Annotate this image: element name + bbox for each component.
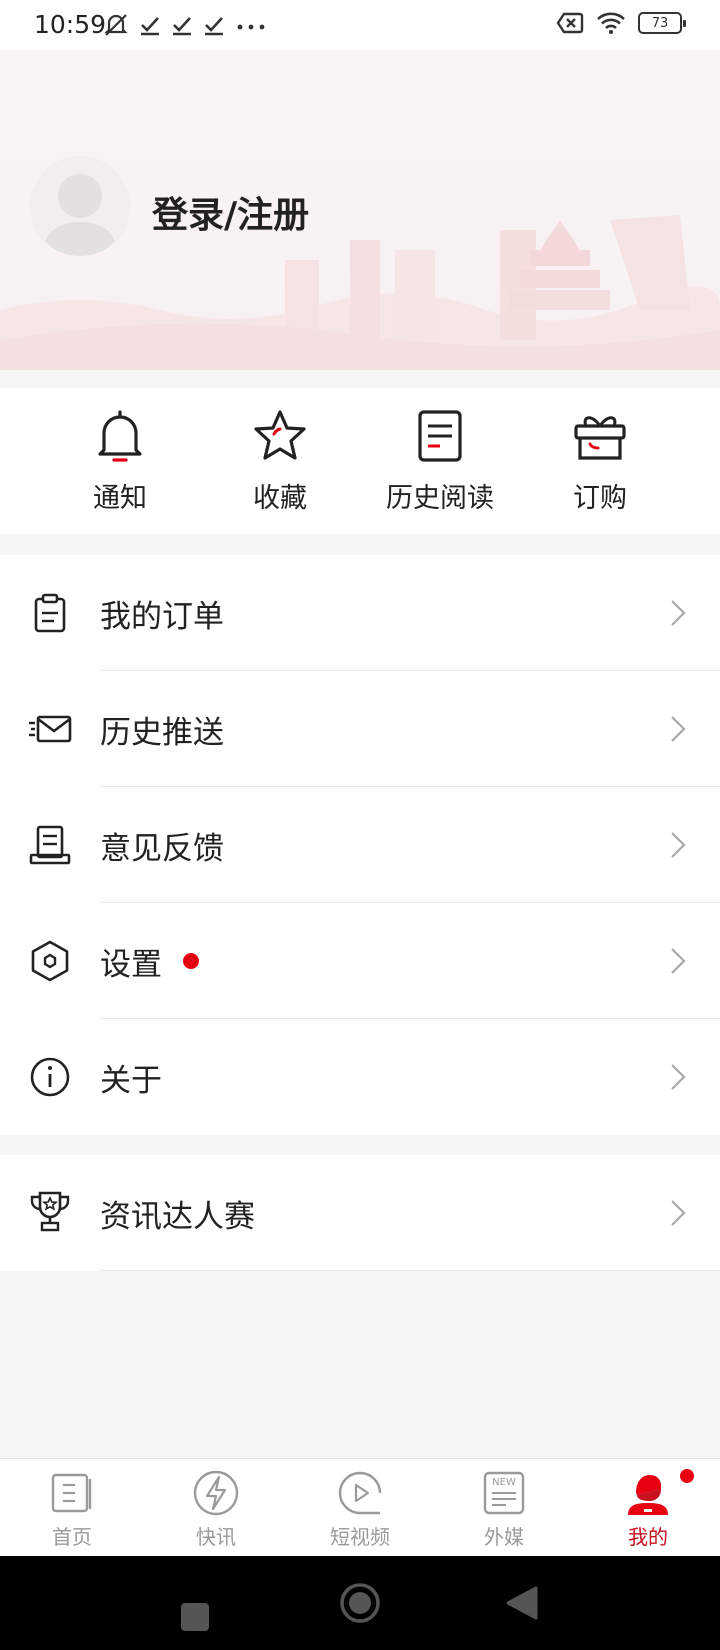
quick-action-label: 历史阅读 bbox=[386, 483, 494, 514]
bell-icon bbox=[98, 410, 142, 462]
login-register-link[interactable]: 登录/注册 bbox=[152, 186, 309, 238]
tab-short-video[interactable]: 短视频 bbox=[288, 1459, 432, 1556]
download-done-icon bbox=[173, 17, 191, 36]
quick-action-label: 通知 bbox=[93, 483, 147, 514]
chevron-right-icon bbox=[671, 948, 686, 974]
tab-label: 短视频 bbox=[330, 1525, 390, 1549]
quick-action-favorites[interactable]: 收藏 bbox=[200, 388, 360, 534]
chevron-right-icon bbox=[671, 1200, 686, 1226]
chevron-right-icon bbox=[671, 716, 686, 742]
new-paper-icon: NEW bbox=[483, 1471, 525, 1515]
no-sim-icon bbox=[556, 12, 584, 34]
menu-item-my-orders[interactable]: 我的订单 bbox=[0, 555, 720, 671]
menu-item-news-contest[interactable]: 资讯达人赛 bbox=[0, 1155, 720, 1271]
menu-item-label: 关于 bbox=[100, 1062, 162, 1099]
more-dots-icon bbox=[237, 24, 265, 30]
muted-bell-icon bbox=[104, 14, 128, 36]
profile-header: 登录/注册 bbox=[0, 50, 720, 370]
menu-item-label: 我的订单 bbox=[100, 598, 224, 635]
svg-text:NEW: NEW bbox=[492, 1477, 516, 1488]
status-time: 10:59 bbox=[34, 10, 107, 39]
status-icons-left bbox=[102, 12, 268, 38]
settings-hexagon-icon bbox=[31, 940, 69, 982]
tab-flash-news[interactable]: 快讯 bbox=[144, 1459, 288, 1556]
battery-icon: 73 bbox=[638, 12, 686, 34]
menu-item-label: 资讯达人赛 bbox=[100, 1198, 255, 1235]
avatar[interactable] bbox=[30, 156, 130, 256]
status-icons-right: 73 bbox=[556, 11, 686, 35]
settings-new-dot bbox=[183, 953, 199, 969]
back-button[interactable] bbox=[506, 1586, 538, 1620]
menu-item-history-push[interactable]: 历史推送 bbox=[0, 671, 720, 787]
menu-item-feedback[interactable]: 意见反馈 bbox=[0, 787, 720, 903]
bottom-nav: 首页 快讯 短视频 NEW 外媒 我的 bbox=[0, 1458, 720, 1556]
menu-item-label: 设置 bbox=[100, 946, 162, 983]
feedback-icon bbox=[29, 825, 71, 865]
recents-button[interactable] bbox=[181, 1603, 209, 1631]
tab-label: 外媒 bbox=[484, 1525, 524, 1549]
default-avatar-icon bbox=[42, 174, 118, 256]
menu-list-extra: 资讯达人赛 bbox=[0, 1155, 720, 1271]
quick-action-subscribe[interactable]: 订购 bbox=[520, 388, 680, 534]
chevron-right-icon bbox=[671, 600, 686, 626]
system-nav-buttons bbox=[181, 1583, 538, 1631]
mail-icon bbox=[29, 715, 72, 743]
quick-action-label: 订购 bbox=[573, 483, 627, 514]
wifi-icon bbox=[597, 12, 625, 34]
menu-list: 我的订单 历史推送 意见反馈 设置 关于 bbox=[0, 555, 720, 1135]
tab-label: 我的 bbox=[628, 1525, 668, 1549]
chevron-right-icon bbox=[671, 1064, 686, 1090]
trophy-icon bbox=[30, 1191, 70, 1232]
status-bar: 10:59 73 bbox=[0, 0, 720, 50]
quick-action-notifications[interactable]: 通知 bbox=[40, 388, 200, 534]
download-done-icon bbox=[141, 17, 159, 36]
history-reading-icon bbox=[418, 410, 462, 462]
quick-actions: 通知 收藏 历史阅读 订购 bbox=[0, 388, 720, 534]
star-icon bbox=[254, 410, 306, 460]
download-done-icon bbox=[205, 17, 223, 36]
profile-icon bbox=[628, 1475, 668, 1515]
tab-mine[interactable]: 我的 bbox=[576, 1459, 720, 1556]
menu-item-label: 意见反馈 bbox=[100, 830, 224, 867]
info-icon bbox=[30, 1057, 70, 1097]
gift-box-icon bbox=[574, 416, 626, 460]
menu-item-about[interactable]: 关于 bbox=[0, 1019, 720, 1135]
tab-label: 首页 bbox=[52, 1525, 92, 1549]
lightning-icon bbox=[193, 1470, 239, 1516]
system-nav-bar bbox=[0, 1556, 720, 1650]
quick-action-label: 收藏 bbox=[253, 483, 307, 514]
chevron-right-icon bbox=[671, 832, 686, 858]
tab-badge-dot bbox=[680, 1469, 694, 1483]
video-play-icon bbox=[338, 1471, 382, 1515]
home-news-icon bbox=[51, 1473, 92, 1513]
clipboard-icon bbox=[34, 593, 66, 633]
tab-label: 快讯 bbox=[196, 1525, 236, 1549]
menu-item-label: 历史推送 bbox=[100, 714, 224, 751]
battery-level: 73 bbox=[651, 15, 669, 31]
menu-item-settings[interactable]: 设置 bbox=[0, 903, 720, 1019]
tab-home[interactable]: 首页 bbox=[0, 1459, 144, 1556]
tab-foreign-media[interactable]: NEW 外媒 bbox=[432, 1459, 576, 1556]
home-button[interactable] bbox=[340, 1583, 380, 1623]
quick-action-history-reading[interactable]: 历史阅读 bbox=[360, 388, 520, 534]
divider bbox=[100, 1270, 720, 1271]
